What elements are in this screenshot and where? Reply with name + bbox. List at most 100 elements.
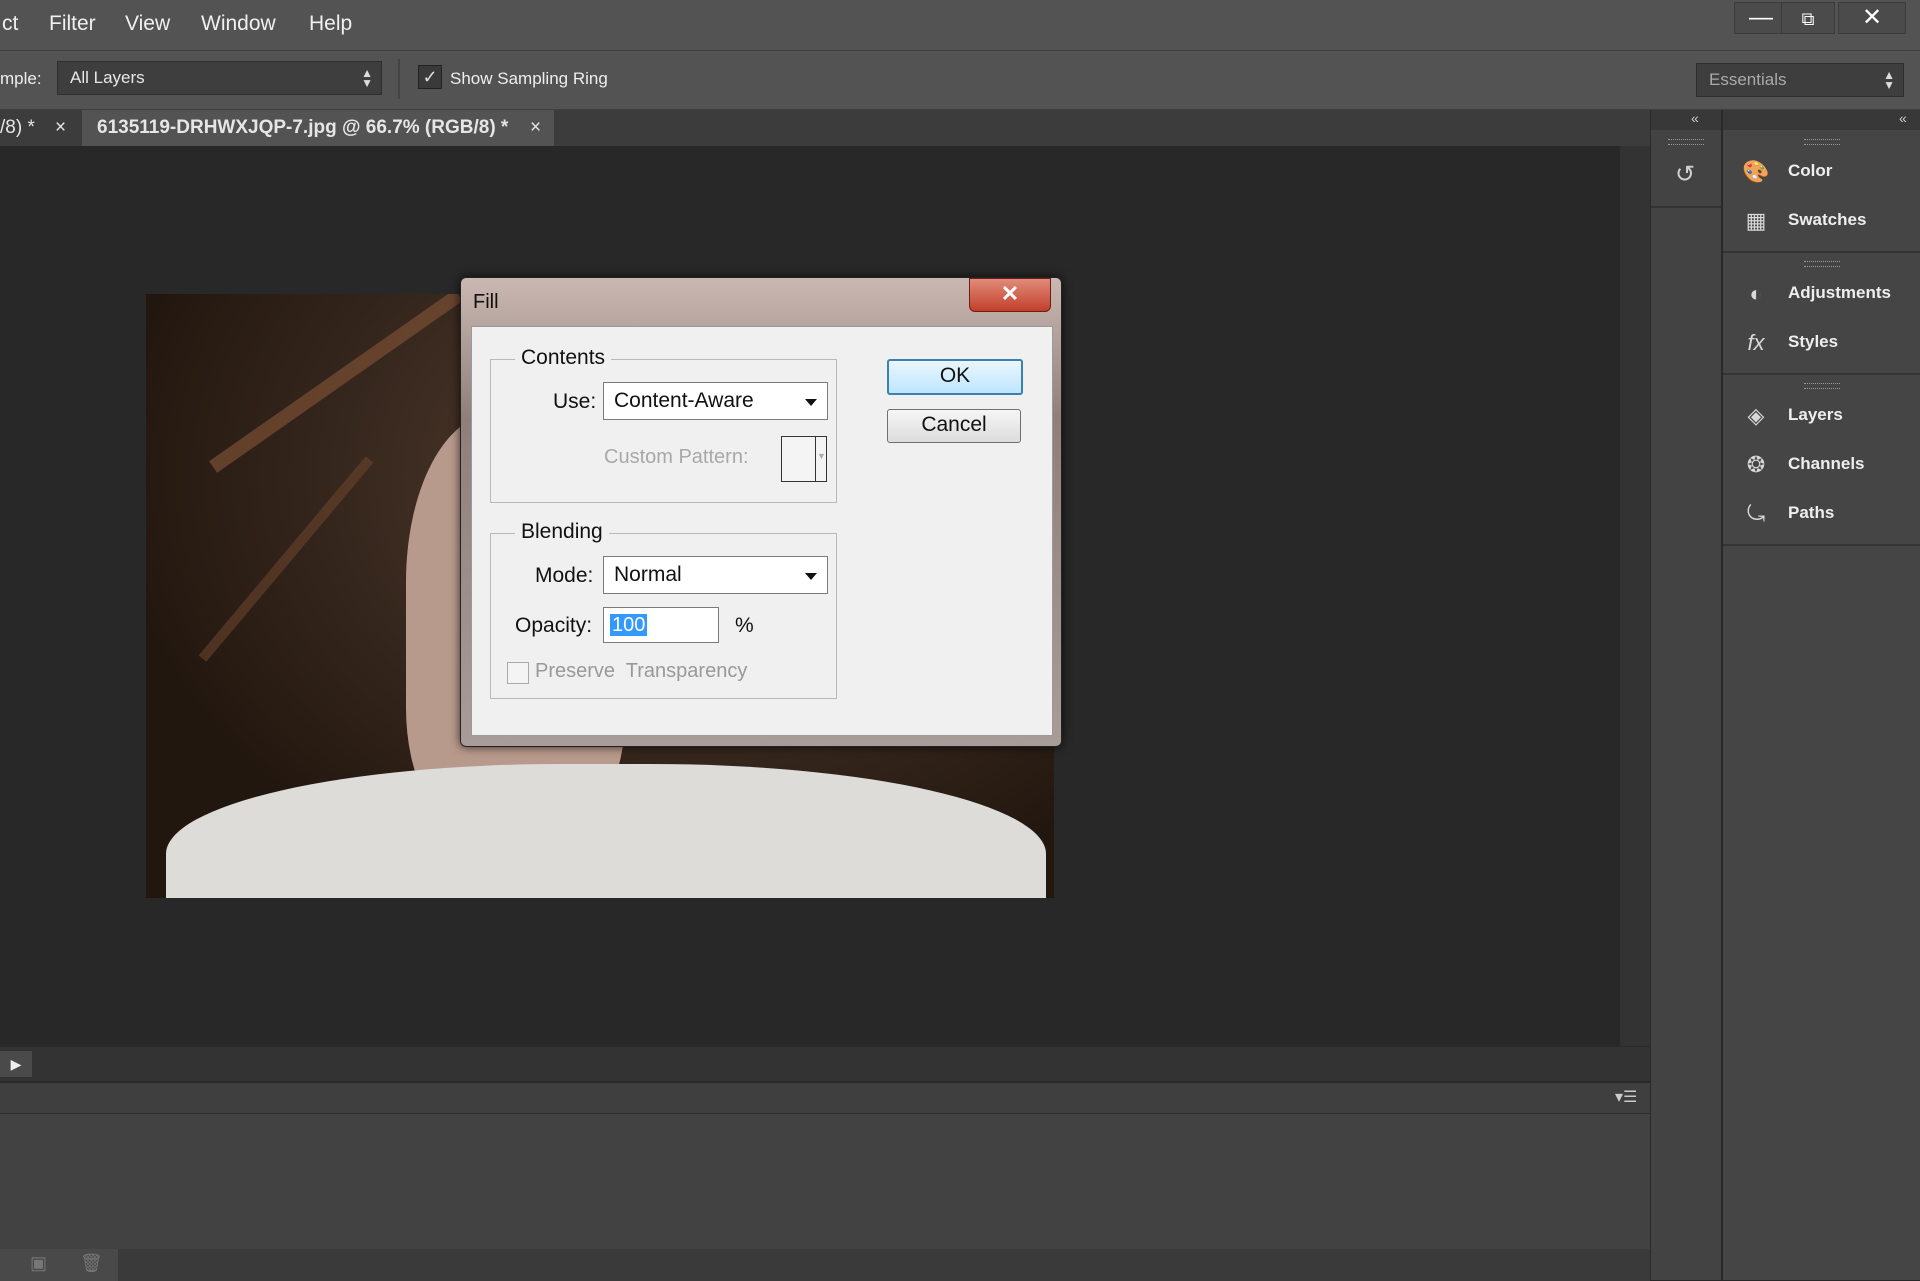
history-icon[interactable]: ↺ [1665,160,1705,200]
divider [815,437,816,481]
panel-adjustments[interactable]: ◐ Adjustments [1723,270,1920,318]
panel-styles[interactable]: fx Styles [1723,319,1920,367]
tab-title: /8) * [0,117,35,138]
ok-button[interactable]: OK [887,359,1023,395]
updown-arrows-icon: ▲ ▼ [361,66,373,90]
contents-group: Contents Use: Content-Aware Custom Patte… [490,346,837,503]
updown-arrows-icon: ▲ ▼ [1883,68,1895,92]
image-shirt [166,764,1046,898]
panel-swatches[interactable]: ▦ Swatches [1723,197,1920,245]
collapse-arrows-icon[interactable]: « [1691,110,1699,126]
panel-label: Paths [1788,503,1835,522]
document-tab-active[interactable]: 6135119-DRHWXJQP-7.jpg @ 66.7% (RGB/8) *… [82,110,554,146]
custom-pattern-label: Custom Pattern: [604,446,749,468]
image-branch [198,456,374,662]
new-layer-icon[interactable]: ▣ [30,1253,47,1274]
use-select[interactable]: Content-Aware [603,382,828,420]
panel-label: Layers [1788,405,1843,424]
panel-grip[interactable] [1804,383,1840,389]
channels-icon: ❂ [1746,452,1766,477]
options-bar: mple: All Layers ▲ ▼ ✓ Show Sampling Ring… [0,51,1920,110]
menu-bar: ct Filter View Window Help — ⧉ ✕ [0,0,1920,51]
panel-dock: « 🎨 Color ▦ Swatches ◐ Adjustments fx St… [1722,110,1920,1280]
tab-close-icon[interactable]: × [530,110,541,146]
panel-grip[interactable] [1668,139,1704,145]
dialog-close-button[interactable]: ✕ [969,278,1051,312]
restore-icon: ⧉ [1801,9,1815,29]
timeline-panel: ▾☰ ▣ 🗑 [0,1082,1650,1281]
panel-label: Color [1788,161,1833,180]
restore-button[interactable]: ⧉ [1781,2,1835,34]
layers-icon: ◈ [1747,403,1765,428]
divider [1723,544,1920,546]
adjustments-icon: ◐ [1749,281,1763,306]
menu-filter[interactable]: Filter [49,12,96,36]
paths-icon: ⤿ [1746,501,1766,526]
panel-menu-icon[interactable]: ▾☰ [1615,1087,1637,1107]
panel-color[interactable]: 🎨 Color [1723,148,1920,196]
show-sampling-ring-checkbox[interactable]: ✓ [418,65,442,89]
image-branch [209,294,463,473]
panel-label: Channels [1788,454,1865,473]
menu-select[interactable]: ct [2,12,18,36]
collapsed-panel-strip: « ↺ [1650,110,1721,1280]
trash-icon[interactable]: 🗑 [80,1253,103,1274]
contents-legend: Contents [515,346,612,370]
show-sampling-ring-label: Show Sampling Ring [450,69,608,88]
divider [1651,206,1721,208]
preserve-transparency-label: Preserve Transparency [535,660,748,682]
panel-label: Swatches [1788,210,1867,229]
minimize-icon: — [1749,4,1773,31]
checkmark-icon: ✓ [422,67,438,87]
horizontal-scrollbar[interactable]: ▶ [0,1046,1650,1081]
menu-window[interactable]: Window [201,12,276,36]
opacity-value: 100 [610,614,648,636]
dropdown-arrow-icon [805,399,817,406]
panel-label: Adjustments [1788,283,1891,302]
workspace-value: Essentials [1709,70,1787,89]
dock-strip-header: « [1651,110,1721,130]
dialog-body: Contents Use: Content-Aware Custom Patte… [471,326,1053,736]
cancel-button[interactable]: Cancel [887,409,1021,443]
panel-grip[interactable] [1804,261,1840,267]
preserve-transparency-checkbox[interactable] [507,662,529,684]
mode-value: Normal [614,563,682,586]
opacity-unit: % [735,614,754,637]
play-button[interactable]: ▶ [0,1051,32,1077]
close-icon: ✕ [1861,4,1883,31]
sample-select[interactable]: All Layers ▲ ▼ [57,61,382,95]
close-window-button[interactable]: ✕ [1838,2,1906,34]
dialog-title: Fill [473,291,499,313]
opacity-label: Opacity: [515,614,593,637]
panel-label: Styles [1788,332,1839,351]
blending-group: Blending Mode: Normal Opacity: 100 % Pre… [490,520,837,699]
menu-view[interactable]: View [125,12,170,36]
collapse-arrows-icon[interactable]: « [1899,110,1907,126]
styles-fx-icon: fx [1747,330,1765,355]
mode-label: Mode: [535,564,594,587]
menu-help[interactable]: Help [309,12,352,36]
timeline-footer: ▣ 🗑 [0,1249,1650,1281]
use-value: Content-Aware [614,389,754,412]
divider [398,59,400,99]
sample-label: mple: [0,69,42,88]
color-palette-icon: 🎨 [1742,159,1770,184]
close-icon: ✕ [1000,281,1020,306]
dropdown-arrow-icon [805,573,817,580]
custom-pattern-picker: ▼ [781,436,827,482]
document-tab-previous[interactable]: /8) * × [0,110,80,146]
vertical-scrollbar[interactable] [1620,146,1650,1046]
divider [1723,373,1920,375]
timeline-header: ▾☰ [0,1083,1650,1114]
workspace-select[interactable]: Essentials ▲ ▼ [1696,63,1904,97]
divider [1723,251,1920,253]
mode-select[interactable]: Normal [603,556,828,594]
panel-paths[interactable]: ⤿ Paths [1723,490,1920,538]
tab-close-icon[interactable]: × [55,110,66,146]
panel-layers[interactable]: ◈ Layers [1723,392,1920,440]
panel-grip[interactable] [1804,139,1840,145]
panel-channels[interactable]: ❂ Channels [1723,441,1920,489]
minimize-button[interactable]: — [1734,2,1788,34]
opacity-input[interactable]: 100 [603,607,719,643]
fill-dialog: Fill ✕ Contents Use: Content-Aware Custo… [460,277,1062,747]
